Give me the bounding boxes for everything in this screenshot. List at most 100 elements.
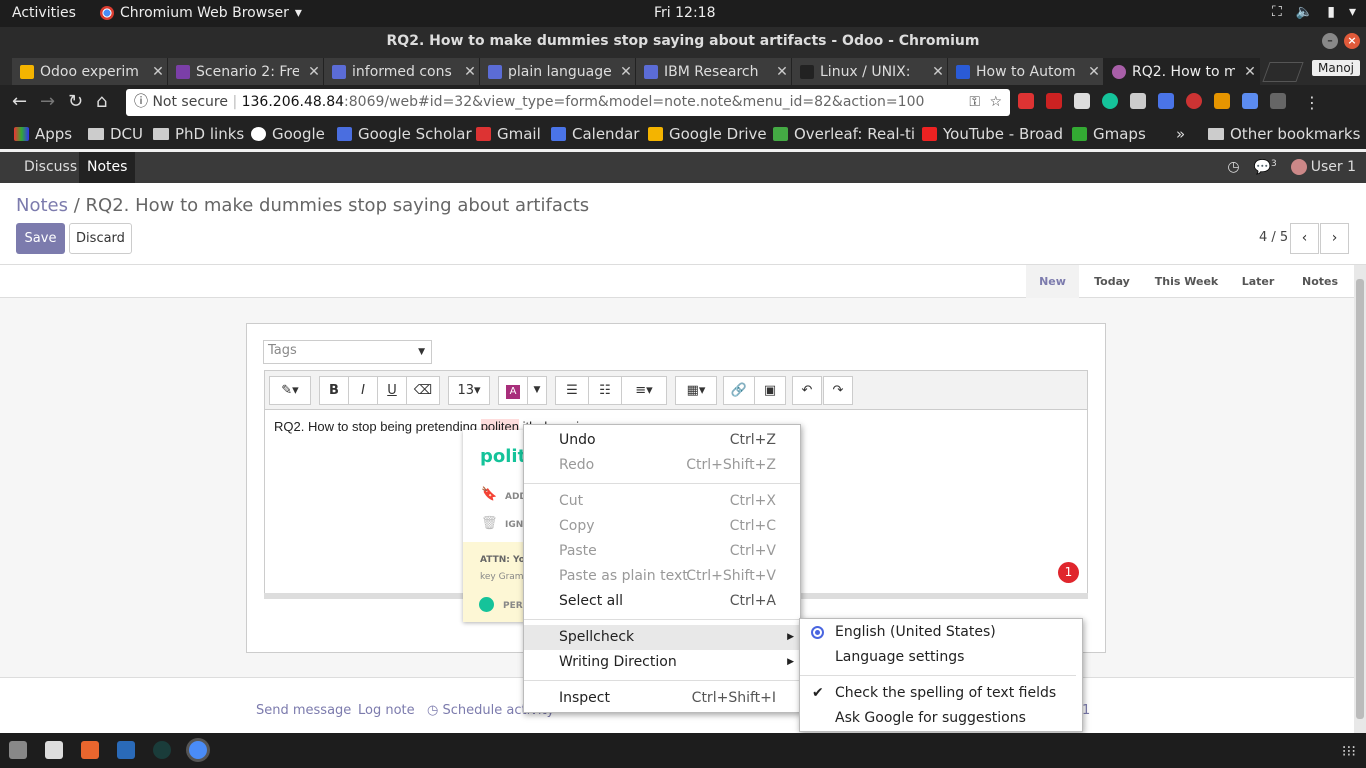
style-dropdown[interactable]: ✎▾ — [269, 376, 311, 405]
pager-previous-button[interactable]: ‹ — [1290, 223, 1319, 254]
bookmark-item[interactable]: Google — [251, 125, 325, 143]
software-center-icon[interactable] — [81, 741, 99, 759]
tags-input[interactable]: Tags ▼ — [263, 340, 432, 364]
grammarly-icon[interactable] — [1102, 93, 1118, 109]
key-icon[interactable]: ⚿ — [969, 89, 980, 116]
menu-item-inspect[interactable]: Inspect Ctrl+Shift+I — [524, 686, 800, 711]
browser-tab[interactable]: Odoo experim ✕ — [12, 58, 168, 85]
font-color-button[interactable]: A — [498, 376, 528, 405]
menu-item-paste-plain[interactable]: Paste as plain text Ctrl+Shift+V — [524, 564, 800, 589]
translate-icon[interactable] — [1158, 93, 1174, 109]
italic-button[interactable]: I — [348, 376, 378, 405]
page-scrollbar[interactable] — [1354, 265, 1366, 733]
bookmark-folder[interactable]: DCU — [88, 125, 143, 143]
stage-notes[interactable]: Notes — [1288, 265, 1352, 298]
reload-icon[interactable]: ↻ — [68, 91, 83, 112]
menu-item-select-all[interactable]: Select all Ctrl+A — [524, 589, 800, 614]
bookmarks-overflow-button[interactable]: » — [1176, 125, 1185, 143]
other-bookmarks-folder[interactable]: Other bookmarks — [1208, 125, 1360, 143]
clock[interactable]: Fri 12:18 — [654, 5, 715, 21]
address-bar[interactable]: ⓘ Not secure | 136.206.48.84:8069/web#id… — [126, 89, 1010, 116]
close-icon[interactable]: ✕ — [1241, 64, 1259, 80]
extension-icon[interactable] — [1242, 93, 1258, 109]
chevron-down-icon[interactable]: ▾ — [1349, 4, 1356, 20]
close-icon[interactable]: ✕ — [461, 64, 479, 80]
grammarly-suggestion[interactable]: polit — [480, 446, 525, 467]
extension-icon[interactable] — [1214, 93, 1230, 109]
link-icon[interactable]: 🔗 — [723, 376, 755, 405]
stage-today[interactable]: Today — [1079, 265, 1145, 298]
bookmark-item[interactable]: Gmaps — [1072, 125, 1146, 143]
browser-tab[interactable]: Scenario 2: Fre ✕ — [168, 58, 324, 85]
bookmark-item[interactable]: Calendar — [551, 125, 639, 143]
extension-icon[interactable] — [1046, 93, 1062, 109]
extension-icon[interactable] — [1186, 93, 1202, 109]
activities-button[interactable]: Activities — [12, 5, 76, 21]
grammarly-ignore[interactable]: IGN — [505, 520, 523, 530]
menu-item-spellcheck[interactable]: Spellcheck ▶ — [524, 625, 800, 650]
close-icon[interactable]: ✕ — [305, 64, 323, 80]
bookmark-item[interactable]: Overleaf: Real-ti — [773, 125, 915, 143]
files-icon[interactable] — [9, 741, 27, 759]
browser-tab[interactable]: How to Autom ✕ — [948, 58, 1104, 85]
extension-icon[interactable] — [1018, 93, 1034, 109]
back-icon[interactable]: ← — [12, 91, 27, 112]
new-tab-button[interactable] — [1262, 62, 1304, 82]
menu-notes[interactable]: Notes — [79, 152, 136, 183]
pager-next-button[interactable]: › — [1320, 223, 1349, 254]
stage-new[interactable]: New — [1026, 265, 1079, 298]
bookmark-item[interactable]: Google Scholar — [337, 125, 472, 143]
menu-item-writing-direction[interactable]: Writing Direction ▶ — [524, 650, 800, 675]
chromium-icon[interactable] — [189, 741, 207, 759]
stage-later[interactable]: Later — [1228, 265, 1288, 298]
extension-icon[interactable] — [1130, 93, 1146, 109]
info-icon[interactable]: ⓘ — [134, 94, 148, 110]
image-icon[interactable]: ▣ — [754, 376, 786, 405]
system-tray[interactable]: ⛶ 🔈 ▮ ▾ — [1272, 4, 1356, 20]
extension-icon[interactable] — [1270, 93, 1286, 109]
browser-tab[interactable]: Linux / UNIX: ✕ — [792, 58, 948, 85]
app-menu[interactable]: Chromium Web Browser ▾ — [100, 5, 302, 21]
save-button[interactable]: Save — [16, 223, 65, 254]
bookmark-apps[interactable]: Apps — [14, 125, 72, 143]
menu-discuss[interactable]: Discuss — [16, 152, 85, 183]
close-icon[interactable]: ✕ — [149, 64, 167, 80]
browser-tab-active[interactable]: RQ2. How to m ✕ — [1104, 58, 1260, 85]
grammarly-add[interactable]: ADD — [505, 492, 525, 502]
log-note-link[interactable]: Log note — [358, 703, 415, 718]
menu-item-check-spelling[interactable]: ✔ Check the spelling of text fields — [800, 681, 1082, 706]
menu-item-copy[interactable]: Copy Ctrl+C — [524, 514, 800, 539]
undo-icon[interactable]: ↶ — [792, 376, 822, 405]
browser-tab[interactable]: informed cons ✕ — [324, 58, 480, 85]
menu-item-redo[interactable]: Redo Ctrl+Shift+Z — [524, 453, 800, 478]
messages-icon[interactable]: 💬3 — [1254, 159, 1277, 176]
home-icon[interactable]: ⌂ — [96, 91, 107, 112]
notes-app-icon[interactable] — [45, 741, 63, 759]
redo-icon[interactable]: ↷ — [823, 376, 853, 405]
bookmark-folder[interactable]: PhD links — [153, 125, 244, 143]
bold-button[interactable]: B — [319, 376, 349, 405]
bookmark-item[interactable]: Google Drive — [648, 125, 767, 143]
browser-tab[interactable]: plain language ✕ — [480, 58, 636, 85]
close-window-button[interactable]: × — [1344, 33, 1360, 49]
discard-button[interactable]: Discard — [69, 223, 132, 254]
battery-icon[interactable]: ▮ — [1327, 4, 1335, 20]
close-icon[interactable]: ✕ — [1085, 64, 1103, 80]
profile-button[interactable]: Manoj — [1312, 60, 1360, 76]
menu-item-paste[interactable]: Paste Ctrl+V — [524, 539, 800, 564]
close-icon[interactable]: ✕ — [617, 64, 635, 80]
eraser-icon[interactable]: ⌫ — [406, 376, 440, 405]
bookmark-item[interactable]: YouTube - Broad — [922, 125, 1063, 143]
extension-icon[interactable] — [1074, 93, 1090, 109]
breadcrumb-root[interactable]: Notes — [16, 195, 68, 216]
grammarly-per[interactable]: PER — [503, 601, 523, 611]
numbered-list-icon[interactable]: ☷ — [588, 376, 622, 405]
forward-icon[interactable]: → — [40, 91, 55, 112]
menu-item-ask-google[interactable]: Ask Google for suggestions — [800, 706, 1082, 731]
grammarly-badge[interactable]: 1 — [1058, 562, 1079, 583]
volume-icon[interactable]: 🔈 — [1296, 4, 1313, 20]
vscode-icon[interactable] — [117, 741, 135, 759]
menu-item-cut[interactable]: Cut Ctrl+X — [524, 489, 800, 514]
underline-button[interactable]: U — [377, 376, 407, 405]
user-menu[interactable]: User 1 — [1290, 159, 1356, 176]
